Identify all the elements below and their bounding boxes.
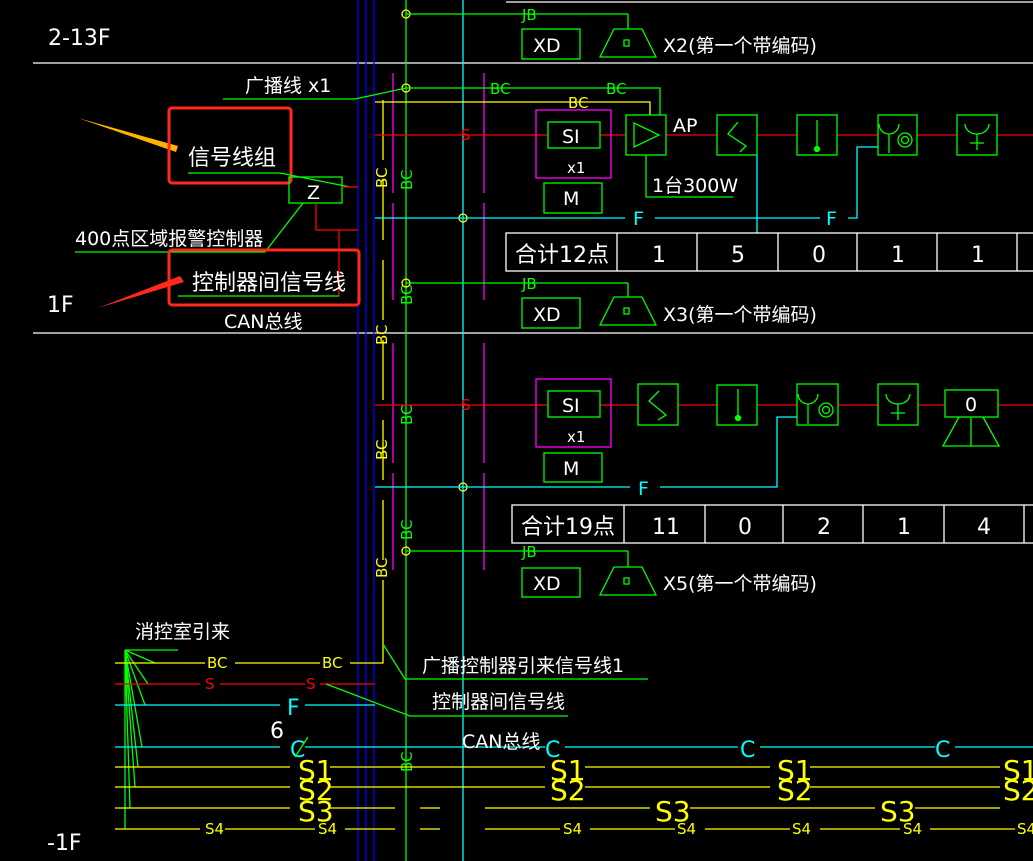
jb-label: JB [521,275,537,293]
f-label: F [638,478,649,500]
heat-smoke-detector-icon [877,114,918,156]
xd-label: XD [533,35,561,57]
xd-label: XD [533,573,561,595]
speaker-label: X2(第一个带编码) [663,35,817,57]
xd-label: XD [533,304,561,326]
f-label: F [287,696,300,721]
s-label: S [461,396,471,414]
s2-label: S2 [777,774,813,807]
bc-riser-label: BC [373,324,391,345]
table-cell: 4 [977,515,991,540]
floor-label-basement: -1F [47,831,82,856]
s3-label: S3 [655,795,691,828]
s4-label: S4 [563,820,582,838]
speaker-icon [598,14,658,58]
count-label: 6 [270,719,284,744]
s4-label: S4 [1017,820,1033,838]
table-cell: 0 [738,515,752,540]
m-label: M [563,458,579,480]
ap-label: AP [673,115,697,137]
can-bus-label-2: CAN总线 [462,731,540,753]
table-cell: 1 [897,515,911,540]
table-total-label: 合计12点 [515,243,609,268]
cad-drawing: 2-13F 1F -1F BC BC BC BC BC BC BC BC BC … [33,0,1033,861]
bc-label: BC [568,94,589,112]
can-bus-label: CAN总线 [224,311,302,333]
jb-label: JB [521,6,537,24]
bc-riser-label: BC [398,284,416,305]
zero-label: 0 [965,394,977,416]
bc-riser-label: BC [373,557,391,578]
table-cell: 1 [891,243,905,268]
bc-riser-label: BC [398,519,416,540]
s2-label: S2 [1003,774,1033,807]
table-total-label: 合计19点 [521,515,615,540]
signal-group-label: 信号线组 [188,146,276,171]
table-cell: 1 [652,243,666,268]
f-label: F [826,208,837,230]
jb-label: JB [521,543,537,561]
table-cell: 0 [812,243,826,268]
bc-riser-label: BC [373,167,391,188]
zone-controller-label: 400点区域报警控制器 [75,228,263,250]
broadcast-line-label: 广播线 x1 [245,75,331,97]
speaker-label: X3(第一个带编码) [663,304,817,326]
s4-label: S4 [205,820,224,838]
f-label: F [633,208,644,230]
s-label: S [205,675,215,693]
s3-label: S3 [880,795,916,828]
si-label: SI [562,126,580,148]
si-label: SI [562,395,580,417]
c-label: C [740,738,755,763]
m-label: M [563,188,579,210]
arrow-red [98,276,184,308]
s-label: S [306,675,316,693]
floor-label-upper: 2-13F [48,26,111,51]
bc-label: BC [490,80,511,98]
bc-label: BC [606,80,627,98]
s4-label: S4 [792,820,811,838]
speaker-icon [598,283,658,326]
inter-controller-label-2: 控制器间信号线 [432,691,565,713]
bc-riser-label: BC [398,169,416,190]
speaker-label: X5(第一个带编码) [663,573,817,595]
table-cell: 1 [971,243,985,268]
bc-label: BC [322,654,343,672]
arrow-yellow [78,118,178,152]
amp-power-label: 1台300W [652,175,738,197]
controller-z-label: Z [307,182,320,204]
table-cell: 11 [652,515,680,540]
c-label: C [935,738,950,763]
s3-label: S3 [298,795,334,828]
bc-riser-label: BC [373,439,391,460]
input-module-icon [637,383,679,426]
speaker-icon [598,551,658,596]
x1-label: x1 [567,428,585,446]
s2-label: S2 [550,774,586,807]
input-module-icon [716,114,758,156]
inter-controller-label: 控制器间信号线 [192,271,346,296]
bc-riser-label: BC [398,751,416,772]
x1-label: x1 [567,159,585,177]
heat-smoke-detector-icon [796,383,839,426]
bc-label: BC [207,654,228,672]
broadcast-signal-label: 广播控制器引来信号线1 [422,655,624,677]
table-cell: 5 [731,243,745,268]
bc-riser-label: BC [398,404,416,425]
table-cell: 2 [817,515,831,540]
floor-label-ground: 1F [47,293,74,318]
s-label: S [461,126,471,144]
control-room-label: 消控室引来 [135,621,230,643]
